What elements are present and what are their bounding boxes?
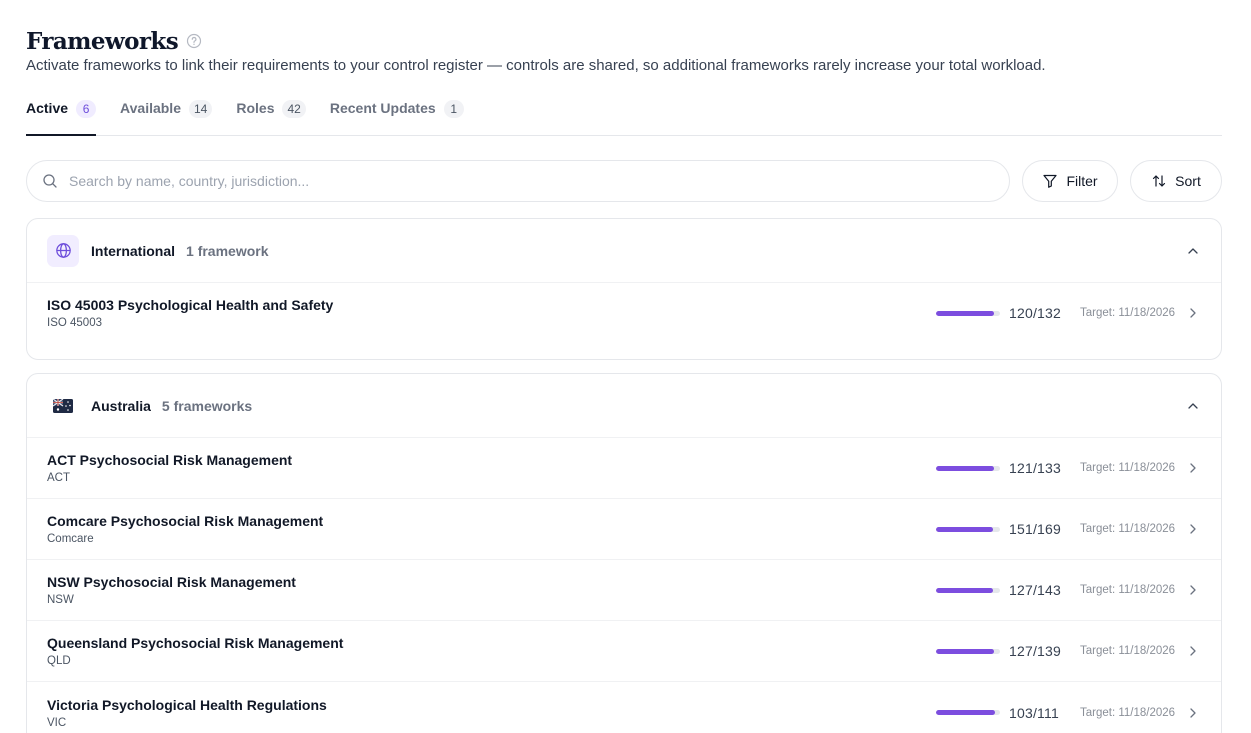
group-name: Australia — [91, 397, 151, 414]
group-header[interactable]: Australia 5 frameworks — [27, 374, 1221, 438]
sort-arrows-icon — [1151, 173, 1167, 189]
group-count: 1 framework — [186, 242, 269, 259]
filter-icon — [1042, 173, 1058, 189]
sort-button[interactable]: Sort — [1130, 160, 1222, 202]
filter-button[interactable]: Filter — [1022, 160, 1118, 202]
globe-icon — [47, 234, 79, 267]
tab-active[interactable]: Active 6 — [26, 97, 97, 136]
tab-bar: Active 6 Available 14 Roles 42 Recent Up… — [26, 97, 1222, 136]
page-title: Frameworks — [26, 27, 179, 55]
target-date: Target: 11/18/2026 — [1080, 584, 1176, 596]
filter-label: Filter — [1066, 173, 1098, 189]
toolbar: Filter Sort — [26, 160, 1222, 202]
tab-label: Roles — [236, 100, 275, 116]
framework-name: Queensland Psychosocial Risk Management — [47, 635, 344, 651]
progress-fill — [936, 648, 995, 654]
progress-bar — [936, 648, 1000, 654]
tab-label: Recent Updates — [329, 100, 436, 116]
group-header[interactable]: International 1 framework — [27, 219, 1221, 283]
progress-ratio: 120/132 — [1009, 305, 1062, 321]
progress-ratio: 127/139 — [1009, 643, 1062, 659]
target-date: Target: 11/18/2026 — [1080, 462, 1176, 474]
progress-bar — [936, 710, 1000, 715]
progress-ratio: 151/169 — [1009, 521, 1062, 537]
framework-row[interactable]: Queensland Psychosocial Risk Management … — [27, 621, 1221, 682]
progress-fill — [936, 587, 993, 593]
tab-count-badge: 14 — [189, 100, 213, 118]
tab-roles[interactable]: Roles 42 — [236, 97, 306, 136]
framework-name: ACT Psychosocial Risk Management — [47, 452, 293, 468]
chevron-up-icon[interactable] — [1185, 243, 1201, 259]
group-australia: Australia 5 frameworks ACT Psychosocial … — [26, 373, 1222, 733]
framework-code: Comcare — [47, 533, 94, 545]
tab-count-badge: 6 — [76, 100, 97, 118]
framework-code: NSW — [47, 594, 74, 606]
progress-bar — [936, 310, 1000, 316]
progress-ratio: 127/143 — [1009, 582, 1062, 598]
framework-name: ISO 45003 Psychological Health and Safet… — [47, 297, 334, 313]
chevron-up-icon[interactable] — [1185, 398, 1201, 414]
tab-label: Available — [120, 100, 181, 116]
progress-fill — [936, 465, 995, 471]
progress-ratio: 103/111 — [1009, 704, 1059, 721]
framework-row[interactable]: Victoria Psychological Health Regulation… — [27, 682, 1221, 733]
framework-row[interactable]: ISO 45003 Psychological Health and Safet… — [27, 283, 1221, 359]
chevron-right-icon — [1185, 582, 1201, 598]
progress-bar — [936, 465, 1000, 471]
target-date: Target: 11/18/2026 — [1080, 645, 1176, 657]
sort-label: Sort — [1175, 173, 1201, 189]
chevron-right-icon — [1185, 305, 1201, 321]
group-count: 5 frameworks — [161, 397, 253, 414]
help-circle-icon[interactable] — [186, 33, 202, 49]
framework-name: NSW Psychosocial Risk Management — [47, 574, 296, 590]
framework-row[interactable]: Comcare Psychosocial Risk Management Com… — [27, 499, 1221, 560]
target-date: Target: 11/18/2026 — [1080, 706, 1176, 719]
framework-code: QLD — [47, 655, 71, 667]
framework-code: ISO 45003 — [47, 317, 102, 329]
title-row: Frameworks — [26, 27, 1222, 55]
framework-row[interactable]: NSW Psychosocial Risk Management NSW 127… — [27, 560, 1221, 621]
tab-available[interactable]: Available 14 — [120, 97, 213, 136]
framework-row[interactable]: ACT Psychosocial Risk Management ACT 121… — [27, 438, 1221, 499]
framework-name: Victoria Psychological Health Regulation… — [47, 696, 327, 713]
group-international: International 1 framework ISO 45003 Psyc… — [26, 218, 1222, 360]
framework-name: Comcare Psychosocial Risk Management — [47, 513, 324, 529]
framework-code: VIC — [47, 716, 67, 729]
search-box — [26, 160, 1010, 202]
chevron-right-icon — [1185, 460, 1201, 476]
progress-bar — [936, 587, 1000, 593]
page-subtitle: Activate frameworks to link their requir… — [26, 57, 1046, 74]
australia-flag-icon — [47, 390, 79, 422]
tab-count-badge: 1 — [443, 100, 464, 118]
tab-label: Active — [26, 100, 69, 116]
chevron-right-icon — [1185, 705, 1201, 721]
progress-fill — [936, 526, 994, 532]
chevron-right-icon — [1185, 521, 1201, 537]
progress-fill — [936, 710, 996, 715]
search-icon — [42, 173, 58, 189]
target-date: Target: 11/18/2026 — [1080, 523, 1176, 535]
progress-bar — [936, 526, 1000, 532]
target-date: Target: 11/18/2026 — [1080, 307, 1176, 319]
tab-recent-updates[interactable]: Recent Updates 1 — [330, 97, 464, 136]
progress-fill — [936, 310, 995, 316]
search-input[interactable] — [69, 173, 869, 189]
progress-ratio: 121/133 — [1009, 460, 1062, 476]
tab-count-badge: 42 — [282, 100, 306, 118]
framework-code: ACT — [47, 472, 70, 484]
frameworks-page: Frameworks Activate frameworks to link t… — [26, 0, 1222, 733]
group-name: International — [91, 242, 176, 259]
chevron-right-icon — [1185, 643, 1201, 659]
